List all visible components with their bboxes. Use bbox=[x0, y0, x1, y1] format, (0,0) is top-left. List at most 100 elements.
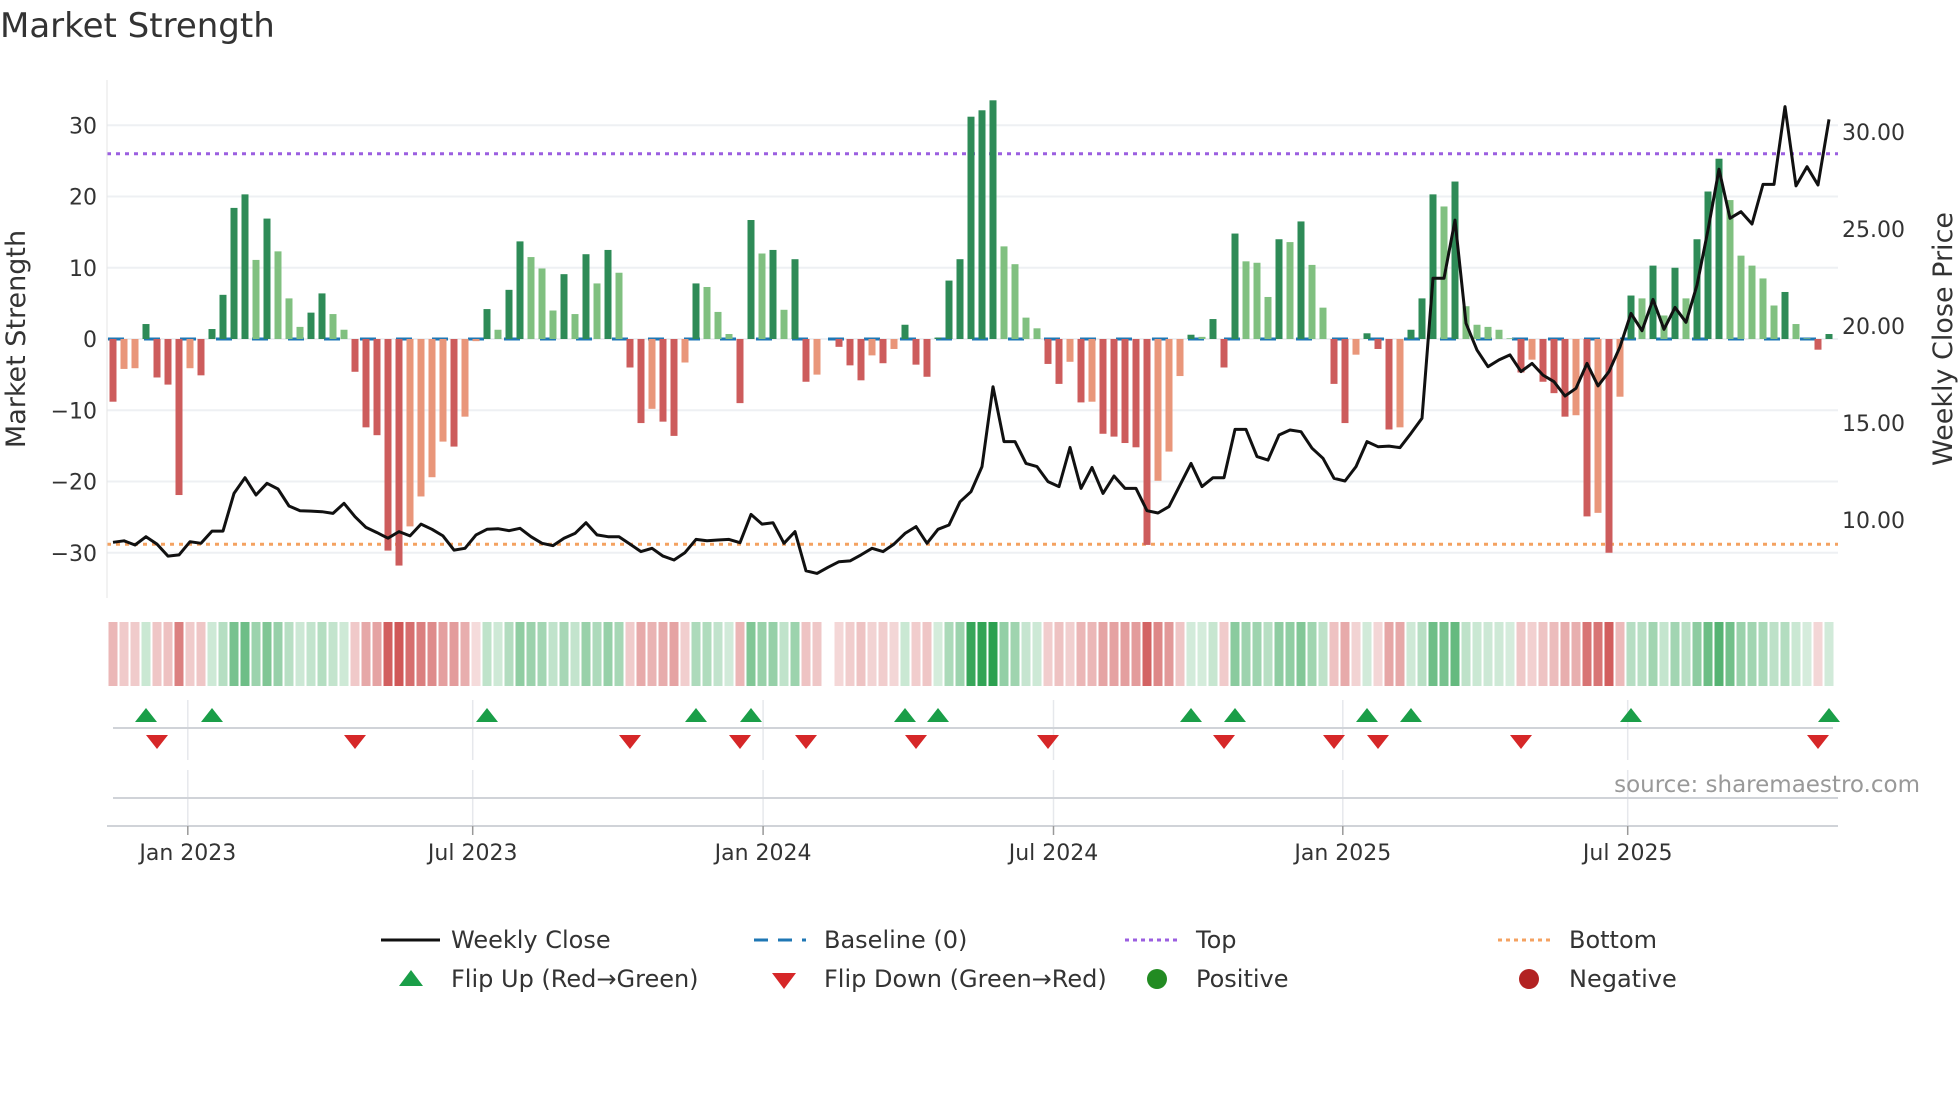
y2-tick-label: 20.00 bbox=[1842, 315, 1905, 340]
strength-bar bbox=[967, 116, 975, 339]
heat-strip-cell bbox=[1340, 622, 1350, 686]
heat-strip-cell bbox=[746, 622, 756, 686]
flip-up-marker bbox=[201, 708, 223, 722]
strength-bars bbox=[109, 100, 1833, 566]
strength-bar bbox=[263, 218, 271, 339]
strength-bar bbox=[1638, 298, 1646, 339]
heat-strip-cell bbox=[394, 622, 404, 686]
heat-strip-cell bbox=[537, 622, 547, 686]
x-tick-label: Jan 2024 bbox=[713, 841, 812, 866]
heat-strip-cell bbox=[383, 622, 393, 686]
strength-bar bbox=[835, 339, 843, 347]
heat-strip-cell bbox=[724, 622, 734, 686]
strength-bar bbox=[186, 339, 194, 369]
heat-strip-cell bbox=[1604, 622, 1614, 686]
strength-bar bbox=[1418, 298, 1426, 339]
heat-strip-cell bbox=[1791, 622, 1801, 686]
strength-bar bbox=[901, 324, 909, 339]
strength-bar bbox=[714, 311, 722, 339]
flip-down-marker bbox=[795, 735, 817, 749]
heat-strip-cell bbox=[1670, 622, 1680, 686]
strength-bar bbox=[1319, 307, 1327, 339]
heat-strip-cell bbox=[1307, 622, 1317, 686]
strength-bar bbox=[604, 249, 612, 339]
heat-strip-cell bbox=[999, 622, 1009, 686]
strength-bar bbox=[571, 314, 579, 339]
heat-strip-cell bbox=[1285, 622, 1295, 686]
heat-strip-cell bbox=[1032, 622, 1042, 686]
strength-bar bbox=[1407, 329, 1415, 339]
heat-strip-cell bbox=[1593, 622, 1603, 686]
strength-bar bbox=[384, 339, 392, 551]
heat-strip-cell bbox=[548, 622, 558, 686]
heat-strip-cell bbox=[526, 622, 536, 686]
heat-strip-cell bbox=[163, 622, 173, 686]
strength-bar bbox=[1209, 319, 1217, 339]
heat-strip-cell bbox=[1780, 622, 1790, 686]
strength-bar bbox=[230, 207, 238, 339]
strength-bar bbox=[593, 283, 601, 339]
heat-strip-cell bbox=[1186, 622, 1196, 686]
strength-bar bbox=[989, 100, 997, 339]
y-tick-label: 0 bbox=[83, 328, 97, 353]
flip-down-marker bbox=[905, 735, 927, 749]
strength-bar bbox=[1594, 339, 1602, 513]
heat-strip-cell bbox=[1494, 622, 1504, 686]
strength-bar bbox=[1022, 317, 1030, 339]
strength-bar bbox=[1253, 262, 1261, 339]
strength-bar bbox=[1088, 339, 1096, 402]
heat-strip-cell bbox=[680, 622, 690, 686]
heat-strip-cell bbox=[295, 622, 305, 686]
strength-bar bbox=[1759, 278, 1767, 339]
heat-strip-cell bbox=[801, 622, 811, 686]
y-axis-title: Market Strength bbox=[1, 230, 32, 448]
strength-bar bbox=[1044, 339, 1052, 364]
market-strength-chart: 30 20 10 0 −10 −20 −30 10.00 15.00 20.00 25.00 30.0… bbox=[1, 80, 1959, 993]
strength-bar bbox=[1187, 334, 1195, 339]
strength-bar bbox=[241, 194, 249, 339]
heat-strip-cell bbox=[1461, 622, 1471, 686]
heat-strip-cell bbox=[108, 622, 118, 686]
heat-strip-cell bbox=[1758, 622, 1768, 686]
strength-bar bbox=[131, 339, 139, 369]
heat-strip-cell bbox=[1197, 622, 1207, 686]
strength-bar bbox=[549, 310, 557, 339]
strength-bar bbox=[846, 339, 854, 366]
flip-up-marker bbox=[135, 708, 157, 722]
strength-bar bbox=[329, 314, 337, 339]
strength-bar bbox=[703, 286, 711, 339]
heat-strip-cell bbox=[1230, 622, 1240, 686]
heat-strip-cell bbox=[1296, 622, 1306, 686]
strength-bar bbox=[1000, 246, 1008, 339]
heat-strip-cell bbox=[1769, 622, 1779, 686]
heat-strip-cell bbox=[460, 622, 470, 686]
heat-strip-cell bbox=[482, 622, 492, 686]
strength-bar bbox=[1099, 339, 1107, 434]
strength-bar bbox=[340, 329, 348, 339]
heat-strip-cell bbox=[1120, 622, 1130, 686]
strength-bar bbox=[978, 110, 986, 339]
strength-bar bbox=[1286, 242, 1294, 339]
legend: Weekly Close Baseline (0) Top Bottom Fli… bbox=[381, 926, 1677, 993]
strength-bar bbox=[1176, 339, 1184, 377]
strength-bar bbox=[857, 339, 865, 381]
heat-strip-cell bbox=[1021, 622, 1031, 686]
strength-bar bbox=[1132, 339, 1140, 448]
strength-bar bbox=[417, 339, 425, 497]
strength-bar bbox=[1528, 339, 1536, 360]
strength-bar bbox=[1803, 338, 1811, 339]
strength-bar bbox=[1572, 339, 1580, 416]
strength-bar bbox=[1561, 339, 1569, 417]
strength-bar bbox=[1748, 265, 1756, 339]
heat-strip-cell bbox=[1164, 622, 1174, 686]
strength-bar bbox=[1352, 339, 1360, 355]
strength-bar bbox=[318, 293, 326, 339]
heat-strip-cell bbox=[438, 622, 448, 686]
strength-bar bbox=[1385, 339, 1393, 430]
heat-strip-cell bbox=[1571, 622, 1581, 686]
heat-strip-cell bbox=[1175, 622, 1185, 686]
heat-strip-cell bbox=[647, 622, 657, 686]
heat-strip-cell bbox=[339, 622, 349, 686]
strength-bar bbox=[1330, 339, 1338, 384]
strength-bar bbox=[1297, 221, 1305, 339]
